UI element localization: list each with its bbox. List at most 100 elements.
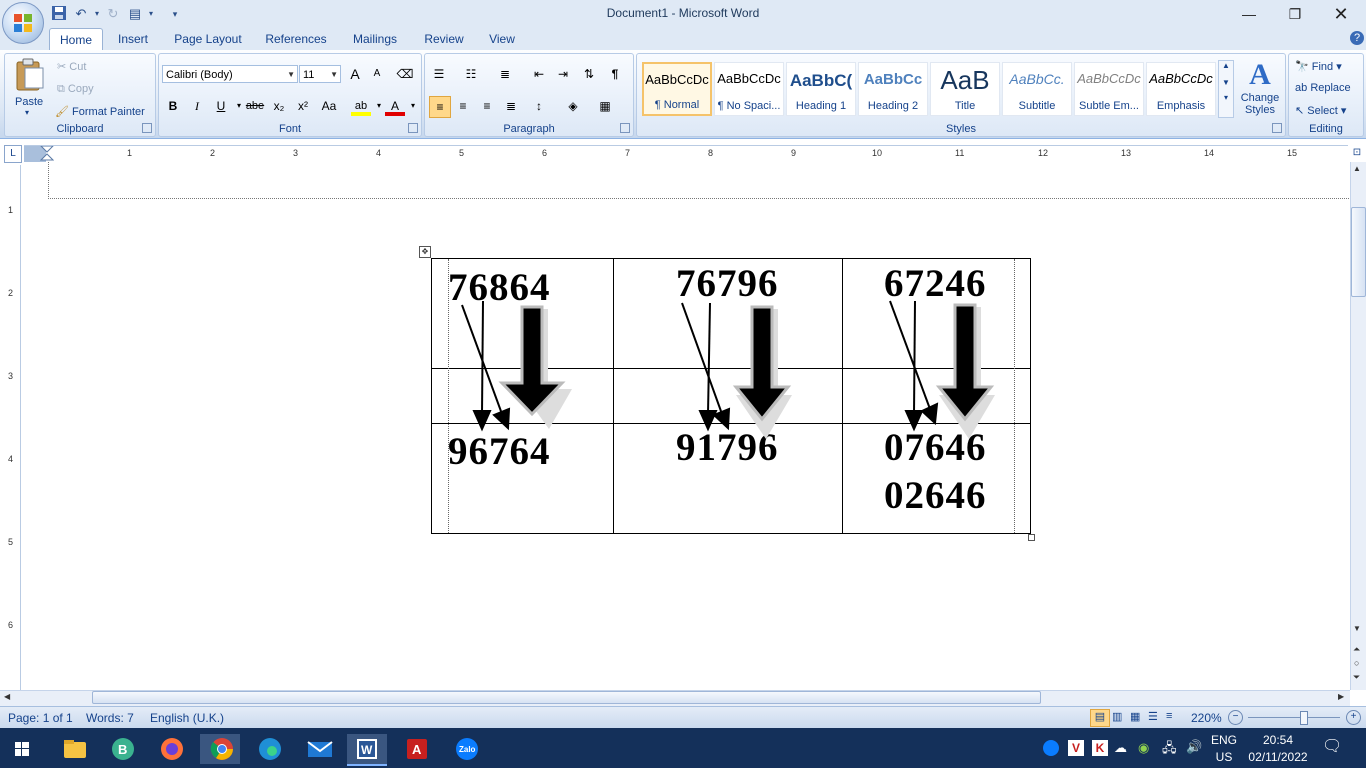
browse-object-icon[interactable]: ○ bbox=[1354, 658, 1359, 668]
change-case-button[interactable]: Aa bbox=[319, 96, 339, 116]
horizontal-ruler[interactable]: 1 2 3 4 5 6 7 8 9 10 11 12 13 14 15 bbox=[24, 145, 1348, 163]
font-name-combo[interactable]: Calibri (Body) ▼ bbox=[162, 65, 298, 83]
zoom-out-icon[interactable]: − bbox=[1228, 710, 1243, 725]
full-screen-reading-icon[interactable]: ▥ bbox=[1112, 710, 1122, 723]
chevron-down-icon[interactable]: ▼ bbox=[1219, 78, 1233, 87]
zalo-tray-icon[interactable] bbox=[1043, 740, 1059, 756]
tab-home[interactable]: Home bbox=[49, 28, 103, 51]
strikethrough-button[interactable]: abe bbox=[245, 96, 265, 116]
highlight-icon[interactable]: ab bbox=[351, 96, 371, 116]
more-styles-icon[interactable]: ▾ bbox=[1219, 93, 1233, 102]
style-subtitle[interactable]: AaBbCc. Subtitle bbox=[1002, 62, 1072, 116]
tab-references[interactable]: References bbox=[258, 28, 334, 50]
justify-icon[interactable]: ≣ bbox=[501, 96, 521, 116]
tab-view[interactable]: View bbox=[480, 28, 524, 50]
tab-mailings[interactable]: Mailings bbox=[344, 28, 406, 50]
scroll-down-icon[interactable]: ▼ bbox=[1353, 624, 1361, 633]
tab-page-layout[interactable]: Page Layout bbox=[168, 28, 248, 50]
style-subtle-emphasis[interactable]: AaBbCcDc Subtle Em... bbox=[1074, 62, 1144, 116]
align-left-icon[interactable]: ≡ bbox=[429, 96, 451, 118]
edge-icon[interactable] bbox=[250, 734, 290, 764]
increase-indent-icon[interactable]: ⇥ bbox=[553, 64, 573, 84]
draft-icon[interactable]: ≡ bbox=[1166, 710, 1172, 722]
table-resize-handle[interactable] bbox=[1028, 534, 1035, 541]
align-center-icon[interactable]: ≡ bbox=[453, 96, 473, 116]
clipboard-launcher-icon[interactable] bbox=[142, 123, 152, 133]
tray-k-icon[interactable]: K bbox=[1092, 740, 1108, 756]
superscript-button[interactable]: x² bbox=[293, 96, 313, 116]
styles-scroll[interactable]: ▲ ▼ ▾ bbox=[1218, 60, 1234, 118]
font-color-icon[interactable]: A bbox=[385, 96, 405, 116]
style-heading-2[interactable]: AaBbCc Heading 2 bbox=[858, 62, 928, 116]
change-styles-button[interactable]: A Change Styles bbox=[1237, 58, 1283, 120]
indent-marker-icon[interactable] bbox=[40, 146, 54, 162]
firefox-icon[interactable] bbox=[152, 734, 192, 764]
shading-icon[interactable]: ◈ bbox=[563, 96, 583, 116]
page-count[interactable]: Page: 1 of 1 bbox=[8, 711, 73, 725]
bullets-icon[interactable]: ☰ bbox=[429, 64, 449, 84]
clock[interactable]: 20:54 02/11/2022 bbox=[1244, 733, 1312, 764]
tab-insert[interactable]: Insert bbox=[108, 28, 158, 50]
zoom-slider-thumb[interactable] bbox=[1300, 711, 1308, 725]
align-right-icon[interactable]: ≡ bbox=[477, 96, 497, 116]
subscript-button[interactable]: x₂ bbox=[269, 96, 289, 116]
word-taskbar-icon[interactable]: W bbox=[347, 734, 387, 766]
vertical-scroll-thumb[interactable] bbox=[1351, 207, 1366, 297]
print-layout-icon[interactable]: ▤ bbox=[1090, 709, 1110, 727]
clear-formatting-icon[interactable]: ⌫ bbox=[395, 64, 415, 84]
scroll-left-icon[interactable]: ◀ bbox=[4, 692, 10, 701]
italic-button[interactable]: I bbox=[187, 96, 207, 116]
style-title[interactable]: AaB Title bbox=[930, 62, 1000, 116]
shrink-font-button[interactable]: A bbox=[367, 64, 387, 84]
chrome-icon[interactable] bbox=[200, 734, 240, 764]
format-painter-button[interactable]: 🖌 Format Painter bbox=[55, 105, 145, 118]
line-spacing-icon[interactable]: ↕ bbox=[529, 96, 549, 116]
zalo-icon[interactable]: Zalo bbox=[447, 734, 487, 764]
network-icon[interactable]: 🖧 bbox=[1162, 739, 1177, 761]
zoom-slider-track[interactable] bbox=[1248, 717, 1340, 718]
style-emphasis[interactable]: AaBbCcDc Emphasis bbox=[1146, 62, 1216, 116]
view-ruler-icon[interactable]: ⊡ bbox=[1350, 147, 1364, 161]
office-button[interactable] bbox=[2, 2, 44, 44]
acrobat-icon[interactable]: A bbox=[397, 734, 437, 764]
zoom-level[interactable]: 220% bbox=[1191, 711, 1222, 725]
customize-qat-icon[interactable]: ▾ bbox=[166, 5, 184, 23]
help-icon[interactable]: ? bbox=[1350, 31, 1364, 45]
find-button[interactable]: 🔭 Find ▾ bbox=[1295, 60, 1342, 73]
volume-icon[interactable]: 🔊 bbox=[1186, 739, 1202, 755]
app-b-icon[interactable]: B bbox=[103, 734, 143, 764]
format-dropdown-icon[interactable]: ▾ bbox=[142, 5, 160, 23]
document-table[interactable]: 76864 96764 76796 91796 67246 07646 0264… bbox=[431, 258, 1031, 534]
outline-icon[interactable]: ☰ bbox=[1148, 710, 1158, 723]
style-heading-1[interactable]: AaBbC( Heading 1 bbox=[786, 62, 856, 116]
cloud-icon[interactable]: ☁ bbox=[1114, 740, 1127, 756]
previous-page-icon[interactable]: ⏶ bbox=[1353, 644, 1360, 655]
tab-review[interactable]: Review bbox=[416, 28, 472, 50]
word-count[interactable]: Words: 7 bbox=[86, 711, 134, 725]
font-size-combo[interactable]: 11 ▼ bbox=[299, 65, 341, 83]
underline-button[interactable]: U bbox=[211, 96, 231, 116]
notification-icon[interactable]: 🗨 bbox=[1322, 736, 1342, 756]
multilevel-list-icon[interactable]: ≣ bbox=[495, 64, 515, 84]
replace-button[interactable]: ab Replace bbox=[1295, 82, 1351, 94]
scroll-right-icon[interactable]: ▶ bbox=[1338, 692, 1344, 701]
tray-v-icon[interactable]: V bbox=[1068, 740, 1084, 756]
start-button[interactable] bbox=[2, 734, 42, 764]
file-explorer-icon[interactable] bbox=[54, 734, 94, 764]
show-marks-icon[interactable]: ¶ bbox=[605, 64, 625, 84]
close-icon[interactable]: ✕ bbox=[1318, 0, 1364, 28]
mail-icon[interactable] bbox=[299, 734, 339, 764]
sort-icon[interactable]: ⇅ bbox=[579, 64, 599, 84]
select-button[interactable]: ↖ Select ▾ bbox=[1295, 104, 1346, 117]
font-launcher-icon[interactable] bbox=[408, 123, 418, 133]
vertical-ruler[interactable]: 1 2 3 4 5 6 bbox=[4, 165, 21, 690]
bold-button[interactable]: B bbox=[163, 96, 183, 116]
font-color-dropdown-icon[interactable]: ▾ bbox=[403, 96, 423, 116]
chevron-up-icon[interactable]: ▲ bbox=[1219, 61, 1233, 70]
next-page-icon[interactable]: ⏷ bbox=[1353, 672, 1360, 683]
web-layout-icon[interactable]: ▦ bbox=[1130, 710, 1140, 723]
minimize-icon[interactable]: — bbox=[1226, 0, 1272, 28]
language-tray[interactable]: ENG US bbox=[1208, 733, 1240, 764]
paste-button[interactable]: Paste ▾ bbox=[11, 56, 47, 117]
language-indicator[interactable]: English (U.K.) bbox=[150, 711, 224, 725]
